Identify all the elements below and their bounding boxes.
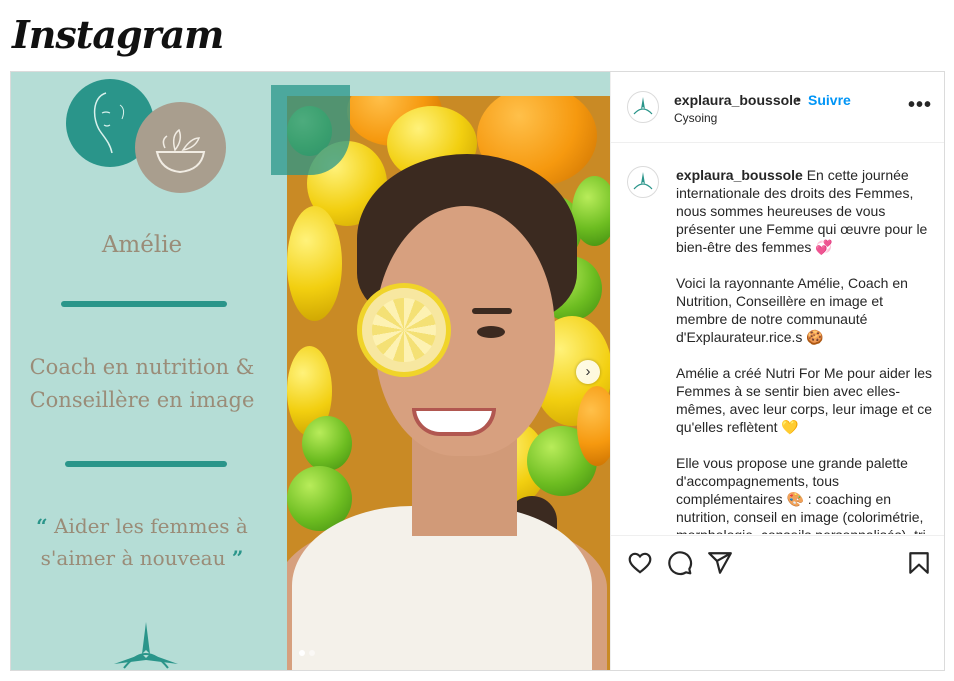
mortar-leaf-icon <box>155 128 206 174</box>
caption-paragraph: Amélie a créé Nutri For Me pour aider le… <box>676 365 932 435</box>
lime-fruit <box>572 176 610 246</box>
post-side-panel: explaura_boussole • Suivre Cysoing ••• e… <box>610 72 944 670</box>
poster-quote-line: Aider les femmes à <box>54 514 248 538</box>
save-button[interactable] <box>906 550 932 576</box>
poster-quote: “ Aider les femmes à s'aimer à nouveau ” <box>11 510 273 574</box>
post-card: Amélie Coach en nutrition & Conseillère … <box>10 71 945 671</box>
heart-icon <box>628 552 652 574</box>
poster-role-line: Conseillère en image <box>29 388 255 412</box>
mortar-bowl-badge <box>135 102 226 193</box>
poster-name: Amélie <box>101 232 183 258</box>
lime-fruit <box>302 416 352 471</box>
bookmark-icon <box>909 552 929 574</box>
teal-corner-shape <box>271 85 350 175</box>
brush-divider <box>65 461 227 467</box>
poster-role-line: Coach en nutrition & <box>29 355 255 379</box>
share-button[interactable] <box>707 550 733 576</box>
compass-logo-icon <box>633 172 653 190</box>
action-bar <box>611 535 944 595</box>
eyebrow <box>472 308 512 314</box>
portrait-photo <box>287 96 610 670</box>
close-quote-icon: ” <box>231 546 244 570</box>
lemon-slice <box>357 283 451 377</box>
instagram-logo[interactable]: Instagram <box>12 12 224 57</box>
comment-button[interactable] <box>667 550 693 576</box>
poster-quote-line: s'aimer à nouveau <box>40 546 226 570</box>
like-button[interactable] <box>627 550 653 576</box>
caption-paragraph: Elle vous propose une grande palette d'a… <box>676 455 926 534</box>
carousel-dot <box>309 650 315 656</box>
lemon-fruit <box>287 206 342 321</box>
avatar[interactable] <box>627 91 659 123</box>
post-media[interactable]: Amélie Coach en nutrition & Conseillère … <box>11 72 610 670</box>
post-header: explaura_boussole • Suivre Cysoing ••• <box>611 72 944 143</box>
chevron-right-icon: › <box>585 363 591 380</box>
comment-icon <box>668 551 693 576</box>
header-username[interactable]: explaura_boussole <box>674 92 801 108</box>
caption-area[interactable]: explaura_boussole En cette journée inter… <box>611 144 944 534</box>
compass-rose-icon <box>114 622 178 669</box>
caption-paragraph: Voici la rayonnante Amélie, Coach en Nut… <box>676 275 908 345</box>
location-link[interactable]: Cysoing <box>674 111 717 125</box>
compass-logo-icon <box>633 97 653 115</box>
more-horizontal-icon[interactable]: ••• <box>908 94 932 117</box>
header-separator: • <box>796 91 801 107</box>
caption-text: explaura_boussole En cette journée inter… <box>676 166 932 534</box>
carousel-dots <box>299 650 315 656</box>
caption-username[interactable]: explaura_boussole <box>676 167 803 183</box>
eye <box>477 326 505 338</box>
orange-fruit <box>577 386 610 466</box>
carousel-dot <box>299 650 305 656</box>
poster-role: Coach en nutrition & Conseillère en imag… <box>11 351 273 417</box>
send-icon <box>708 552 732 574</box>
avatar[interactable] <box>627 166 659 198</box>
follow-button[interactable]: Suivre <box>808 92 851 108</box>
open-quote-icon: “ <box>36 514 48 538</box>
carousel-next-button[interactable]: › <box>576 360 600 384</box>
brush-divider <box>61 301 227 307</box>
